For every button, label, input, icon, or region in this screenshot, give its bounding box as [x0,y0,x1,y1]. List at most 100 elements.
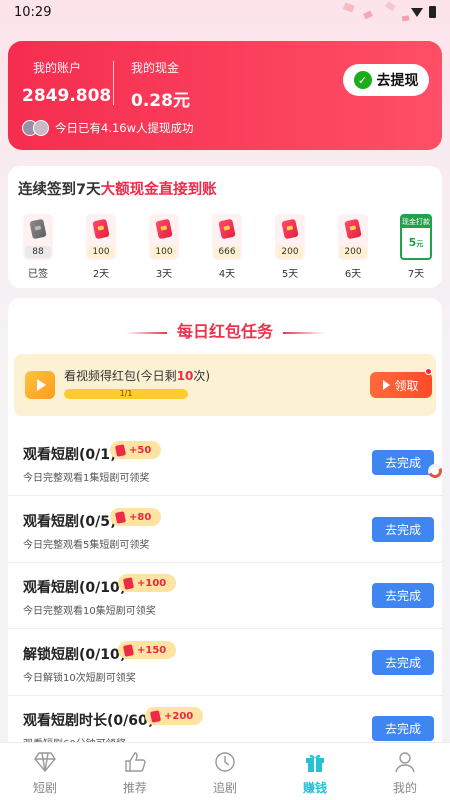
day-box: 200 [338,214,368,260]
video-play-icon [25,371,55,399]
day-amount: 200 [340,246,366,258]
checkin-day[interactable]: 200 6天 [337,214,369,280]
checkin-day[interactable]: 100 3天 [148,214,180,280]
account-balance: 我的账户 2849.808 [22,59,111,106]
checkin-day-7[interactable]: 现金打款 5元 7天 [400,214,432,280]
bottom-nav: 短剧 推荐 追剧 赚钱 我的 [0,742,450,800]
avatar-group [22,120,49,136]
account-label: 我的账户 [33,61,82,75]
task-row: 观看短剧(0/5) +80 今日完整观看5集短剧可领奖 去完成 [8,497,442,563]
red-packet-icon [114,443,127,457]
video-progress-bar: 1/1 [64,389,188,399]
task-name: 解锁短剧(0/10) [23,647,127,663]
checkin-title-highlight: 大额现金直接到账 [100,182,217,198]
divider [113,61,114,105]
reward-badge: +200 [145,707,204,725]
task-row: 解锁短剧(0/10) +150 今日解锁10次短剧可领奖 去完成 [8,630,442,696]
diamond-icon [34,751,56,773]
nav-item-drama[interactable]: 短剧 [0,743,90,800]
status-time: 10:29 [14,4,52,20]
clock-icon [214,751,236,773]
task-row: 观看短剧(0/10) +100 今日完整观看10集短剧可领奖 去完成 [8,563,442,629]
red-packet-icon [155,218,173,240]
person-icon [394,751,416,773]
checkin-day[interactable]: 100 2天 [85,214,117,280]
nav-item-earn[interactable]: 赚钱 [270,743,360,800]
tasks-title: 每日红包任务 [8,318,442,342]
complete-button[interactable]: 去完成 [372,650,434,675]
withdraw-button[interactable]: ✓ 去提现 [343,64,429,96]
reward-value: +200 [164,710,194,722]
video-title-prefix: 看视频得红包(今日剩 [64,369,177,383]
task-name: 观看短剧(0/5) [23,514,117,530]
day-label: 5天 [281,269,299,280]
red-packet-icon [344,218,362,240]
nav-item-recommend[interactable]: 推荐 [90,743,180,800]
video-task-title: 看视频得红包(今日剩10次) [64,367,210,384]
cash-reward-unit: 元 [416,240,424,248]
nav-item-profile[interactable]: 我的 [360,743,450,800]
cash-value: 0.28元 [131,91,190,111]
cash-balance: 我的现金 0.28元 [131,59,190,111]
cash-label: 我的现金 [131,61,180,75]
day-label: 已签 [28,269,48,280]
red-packet-icon [122,643,135,657]
reward-badge: +100 [118,574,177,592]
day-amount: 100 [151,246,177,258]
reward-value: +50 [129,444,152,456]
day-label: 7天 [407,269,425,280]
notice-text: 今日已有4.16w人提现成功 [55,121,194,135]
reward-badge: +50 [110,441,162,459]
notification-dot [425,368,432,375]
claim-label: 领取 [394,378,419,393]
task-name: 观看短剧(0/10) [23,580,127,596]
red-packet-icon [218,218,236,240]
red-packet-icon [281,218,299,240]
thumbs-up-icon [124,751,146,773]
nav-item-follow[interactable]: 追剧 [180,743,270,800]
day-label: 3天 [155,269,173,280]
reward-value: +100 [137,577,167,589]
complete-button[interactable]: 去完成 [372,450,434,475]
avatar [33,120,49,136]
account-value: 2849.808 [22,86,112,106]
checkin-title-prefix: 连续签到7天 [18,182,101,198]
red-packet-icon [149,709,162,723]
claim-button[interactable]: 领取 [370,372,432,398]
checkin-day[interactable]: 666 4天 [211,214,243,280]
day-label: 2天 [92,269,110,280]
complete-button[interactable]: 去完成 [372,583,434,608]
nav-label: 赚钱 [302,781,327,795]
video-remaining: 10 [176,369,194,383]
day-amount: 88 [25,246,51,258]
day-box: 200 [275,214,305,260]
progress-text: 1/1 [119,389,133,398]
wechat-icon: ✓ [353,71,372,89]
task-name: 观看短剧时长(0/60) [23,713,155,729]
nav-label: 追剧 [212,781,237,795]
withdraw-label: 去提现 [376,73,419,89]
checkin-day[interactable]: 88 已签 [22,214,54,280]
reward-value: +150 [137,644,167,656]
day-amount: 666 [214,246,240,258]
account-card: 我的账户 2849.808 我的现金 0.28元 ✓ 去提现 今日已有4.16w… [8,41,442,150]
checkin-days: 88 已签 100 2天 100 3天 666 4天 200 5天 200 6天… [22,214,432,280]
cash-reward-box: 现金打款 5元 [400,214,432,260]
nav-label: 推荐 [122,781,147,795]
video-task: 看视频得红包(今日剩10次) 1/1 领取 [14,354,436,416]
checkin-day[interactable]: 200 5天 [274,214,306,280]
day-amount: 100 [88,246,114,258]
play-icon [383,380,391,390]
nav-label: 我的 [392,781,417,795]
cash-reward-head: 现金打款 [402,216,430,228]
video-title-suffix: 次) [193,369,211,383]
checkin-card: 连续签到7天大额现金直接到账 88 已签 100 2天 100 3天 666 4… [8,166,442,288]
day-label: 6天 [344,269,362,280]
complete-button[interactable]: 去完成 [372,517,434,542]
complete-button[interactable]: 去完成 [372,716,434,741]
cash-reward-value: 5元 [402,236,430,249]
red-packet-icon [92,218,110,240]
reward-badge: +150 [118,641,177,659]
day-box: 666 [212,214,242,260]
day-box: 100 [149,214,179,260]
